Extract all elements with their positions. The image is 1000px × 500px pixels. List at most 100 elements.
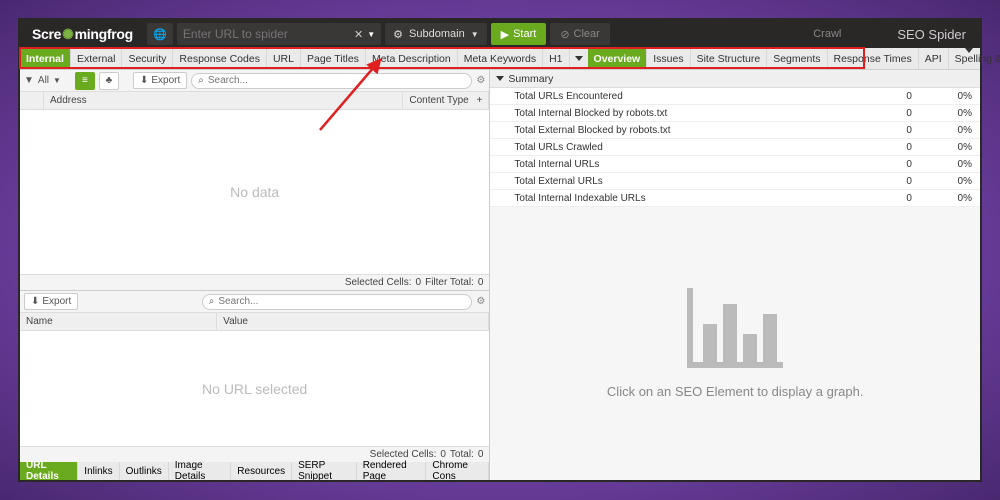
tab-site-structure[interactable]: Site Structure [691,48,768,69]
summary-rows: Total URLs Encountered00%Total Internal … [490,88,980,207]
left-tabs-overflow[interactable] [570,48,588,69]
summary-title: Summary [508,73,553,85]
logo-text-pre: Scre [32,26,61,42]
url-caret-icon[interactable]: ▼ [367,30,375,39]
tree-view-button[interactable]: ♣ [99,72,119,90]
summary-row-pct: 0% [912,176,972,187]
lower-search-settings-icon[interactable]: ⚙ [476,296,485,307]
summary-row-pct: 0% [912,91,972,102]
tab-url[interactable]: URL [267,48,301,69]
tab-external[interactable]: External [71,48,123,69]
url-input[interactable] [183,27,350,41]
tab-h1[interactable]: H1 [543,48,569,69]
search-wrap: ⌕ [191,73,472,89]
tab-response-codes[interactable]: Response Codes [173,48,267,69]
tab-segments[interactable]: Segments [767,48,827,69]
lower-grid-header: Name Value [20,313,489,331]
network-icon: ⚙ [393,28,403,41]
tab-overview[interactable]: Overview [588,48,648,69]
summary-row[interactable]: Total Internal Blocked by robots.txt00% [490,105,980,122]
lower-toolstrip: ⬇ Export ⌕ ⚙ [20,291,489,313]
tab-security[interactable]: Security [122,48,173,69]
summary-row-value: 0 [852,142,912,153]
logo-text-post: mingfrog [75,26,133,42]
filter-caret-icon[interactable]: ▼ [53,76,61,85]
grid-footer: Selected Cells: 0 Filter Total: 0 [20,274,489,290]
lower-export-label: Export [42,296,71,307]
main-tabbar: InternalExternalSecurityResponse CodesUR… [20,48,980,70]
summary-row[interactable]: Total URLs Crawled00% [490,139,980,156]
lower-search-input[interactable] [218,296,465,307]
tree-icon: ♣ [106,75,113,86]
bottom-tab-outlinks[interactable]: Outlinks [120,462,169,480]
clear-button[interactable]: ⊘ Clear [550,23,610,45]
search-settings-icon[interactable]: ⚙ [476,75,485,86]
summary-row-pct: 0% [912,159,972,170]
bottom-tab-url-details[interactable]: URL Details [20,462,78,480]
list-view-button[interactable]: ≡ [75,72,95,90]
mode-caret-icon: ▼ [471,30,479,39]
col-name[interactable]: Name [20,313,217,330]
bar-chart-icon [687,288,783,368]
add-col-icon[interactable]: + [477,95,483,106]
tab-meta-keywords[interactable]: Meta Keywords [458,48,543,69]
lower-selected-label: Selected Cells: [370,449,437,460]
tab-api[interactable]: API [919,48,949,69]
summary-row-label: Total URLs Crawled [514,142,852,153]
col-value[interactable]: Value [217,313,489,330]
summary-row[interactable]: Total URLs Encountered00% [490,88,980,105]
crawl-status: Crawl [733,28,881,40]
summary-row-pct: 0% [912,193,972,204]
clear-url-icon[interactable]: ✕ [350,28,367,41]
summary-row-label: Total External URLs [514,176,852,187]
summary-header[interactable]: Summary [490,70,980,88]
bottom-tab-serp-snippet[interactable]: SERP Snippet [292,462,357,480]
start-label: Start [513,28,536,40]
bottom-tab-rendered-page[interactable]: Rendered Page [357,462,427,480]
logo: Scre✺mingfrog [22,26,143,43]
export-icon: ⬇ [31,296,39,307]
search-input[interactable] [208,75,466,86]
search-icon: ⌕ [198,75,204,86]
tab-meta-description[interactable]: Meta Description [366,48,458,69]
bottom-tab-resources[interactable]: Resources [231,462,292,480]
summary-row[interactable]: Total Internal Indexable URLs00% [490,190,980,207]
col-address[interactable]: Address [44,92,403,109]
lower-export-button[interactable]: ⬇ Export [24,293,78,310]
filter-label[interactable]: All [38,75,49,86]
summary-row[interactable]: Total External URLs00% [490,173,980,190]
filter-total-value: 0 [478,277,484,288]
lower-search-wrap: ⌕ [202,294,473,310]
col-rownum [20,92,44,109]
clear-label: Clear [574,28,600,40]
right-tabs-overflow[interactable] [960,48,978,53]
globe-button[interactable]: 🌐 [147,23,173,45]
summary-row-value: 0 [852,108,912,119]
bottom-tab-inlinks[interactable]: Inlinks [78,462,119,480]
tab-response-times[interactable]: Response Times [828,48,919,69]
mode-dropdown[interactable]: ⚙ Subdomain ▼ [385,23,486,45]
play-icon: ▶ [501,28,509,41]
summary-row[interactable]: Total External Blocked by robots.txt00% [490,122,980,139]
summary-row-label: Total Internal Blocked by robots.txt [514,108,852,119]
tab-page-titles[interactable]: Page Titles [301,48,366,69]
bottom-tab-image-details[interactable]: Image Details [169,462,232,480]
lower-selected-value: 0 [440,449,446,460]
tab-issues[interactable]: Issues [647,48,690,69]
summary-row[interactable]: Total Internal URLs00% [490,156,980,173]
top-toolbar: Scre✺mingfrog 🌐 ✕ ▼ ⚙ Subdomain ▼ ▶ Star… [20,20,980,48]
chart-hint: Click on an SEO Element to display a gra… [607,384,864,399]
export-button[interactable]: ⬇ Export [133,72,187,89]
frog-icon: ✺ [62,26,73,43]
selected-value: 0 [416,277,422,288]
overflow-caret-icon [965,48,973,53]
summary-row-label: Total URLs Encountered [514,91,852,102]
start-button[interactable]: ▶ Start [491,23,547,45]
clear-icon: ⊘ [560,28,569,41]
summary-row-value: 0 [852,159,912,170]
tab-internal[interactable]: Internal [20,48,71,69]
bottom-tab-chrome-cons[interactable]: Chrome Cons [426,462,489,480]
overflow-caret-icon [575,56,583,61]
summary-row-value: 0 [852,176,912,187]
col-content-type[interactable]: Content Type+ [403,92,489,109]
